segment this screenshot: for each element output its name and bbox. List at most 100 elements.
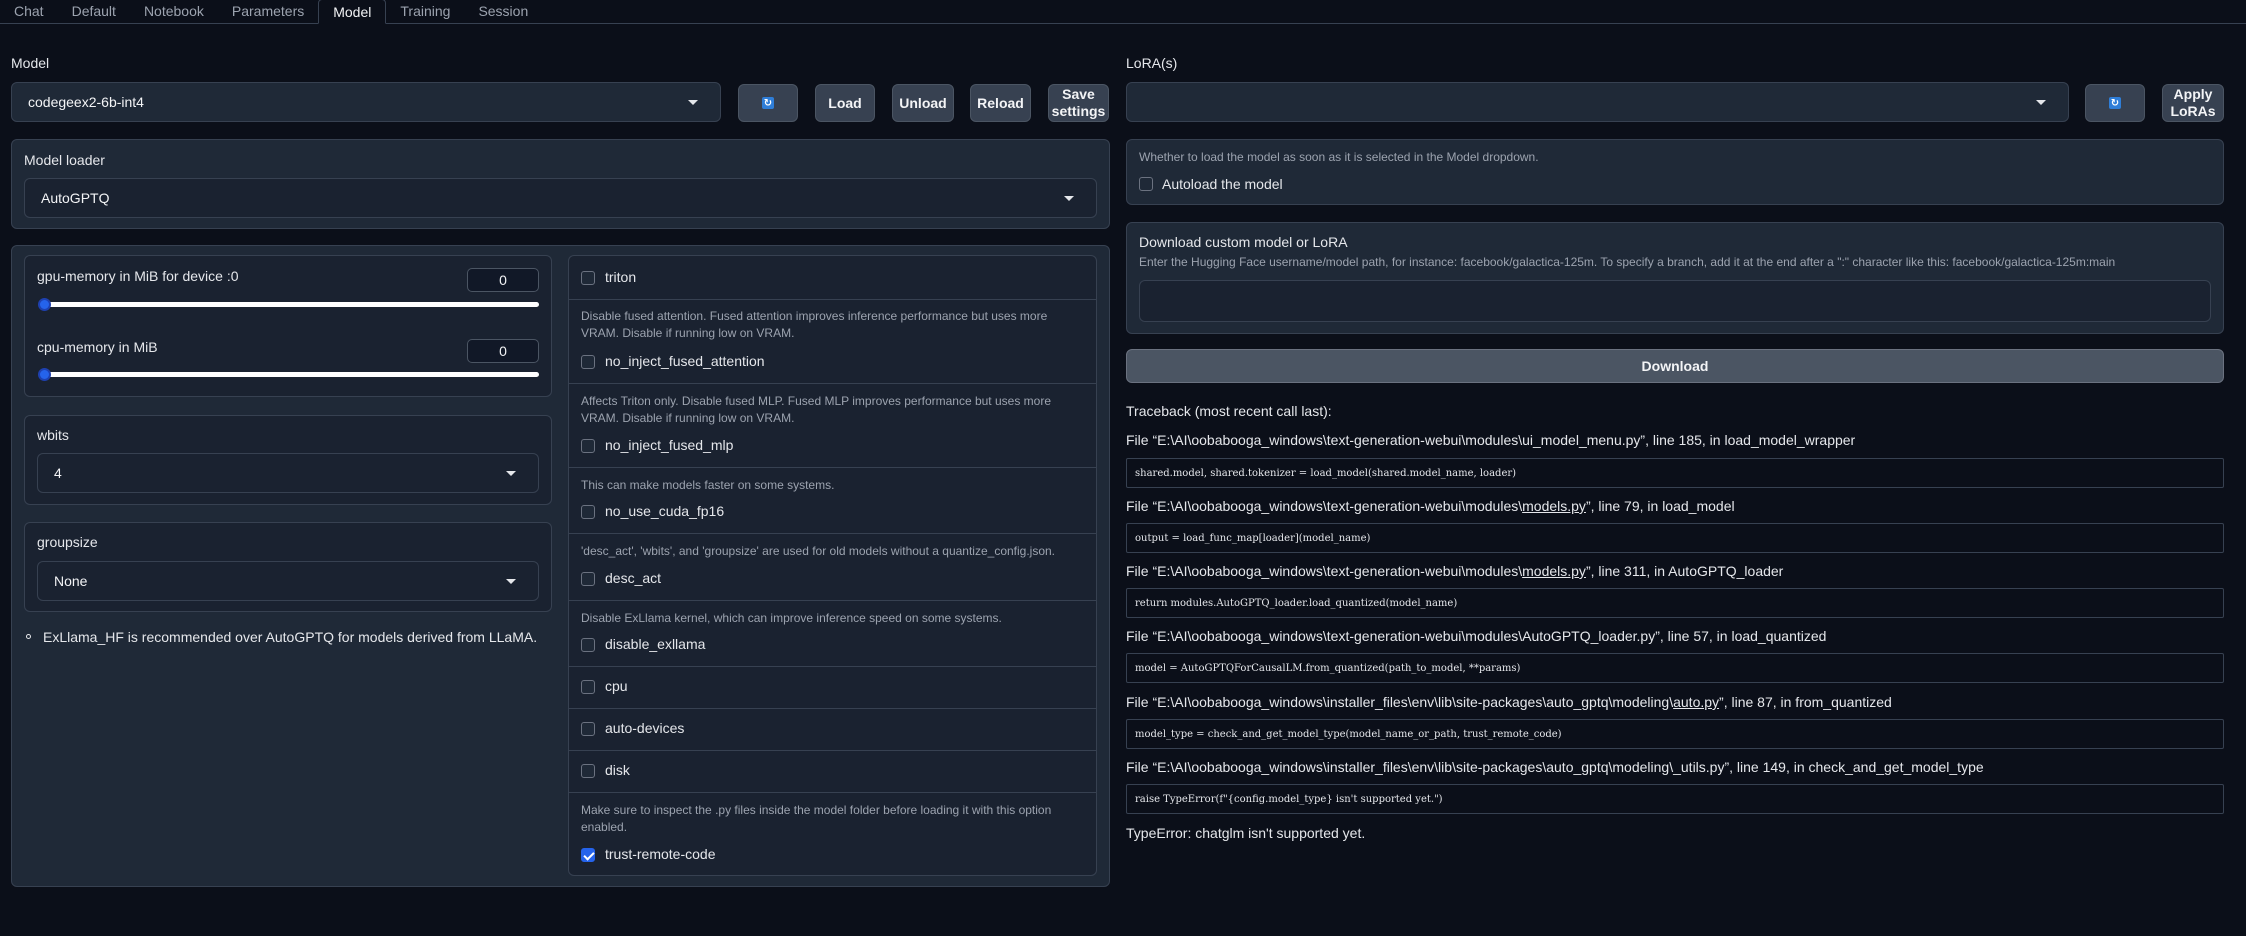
auto-devices-checkbox[interactable] — [581, 722, 595, 736]
frame-path: File “E:\AI\oobabooga_windows\text-gener… — [1126, 628, 1523, 644]
frame-path: File “E:\AI\oobabooga_windows\installer_… — [1126, 694, 1674, 710]
wbits-label: wbits — [37, 427, 69, 443]
frame-location: ui_model_menu.py”, line 185, in load_mod… — [1522, 432, 1856, 448]
tab-notebook[interactable]: Notebook — [130, 0, 218, 23]
traceback-code: output = load_func_map[loader](model_nam… — [1126, 523, 2224, 553]
cpu-memory-label: cpu-memory in MiB — [37, 339, 158, 355]
divider — [569, 299, 1096, 300]
trust-remote-code-label: trust-remote-code — [605, 846, 716, 862]
traceback-header: Traceback (most recent call last): — [1126, 403, 1332, 419]
no-inject-fused-mlp-label: no_inject_fused_mlp — [605, 437, 734, 453]
divider — [569, 666, 1096, 667]
frame-link[interactable]: models.py — [1522, 563, 1586, 579]
lora-refresh-button[interactable]: ↻ — [2085, 84, 2145, 122]
no-use-cuda-fp16-checkbox[interactable] — [581, 505, 595, 519]
desc-act-label: desc_act — [605, 570, 662, 586]
loader-note: ExLlama_HF is recommended over AutoGPTQ … — [43, 629, 538, 645]
chevron-down-icon — [688, 100, 698, 105]
cpu-memory-input[interactable]: 0 — [467, 339, 539, 363]
traceback-frame: File “E:\AI\oobabooga_windows\text-gener… — [1126, 628, 1826, 644]
no-inject-fused-attention-label: no_inject_fused_attention — [605, 353, 765, 369]
autoload-checkbox[interactable] — [1139, 177, 1153, 191]
triton-checkbox[interactable] — [581, 271, 595, 285]
no-inject-fused-attention-checkbox[interactable] — [581, 355, 595, 369]
traceback-frame: File “E:\AI\oobabooga_windows\installer_… — [1126, 694, 1892, 710]
groupsize-value: None — [54, 573, 88, 589]
trust-remote-code-checkbox[interactable] — [581, 848, 595, 862]
divider — [569, 600, 1096, 601]
frame-location: ”, line 87, in from_quantized — [1719, 694, 1892, 710]
model-loader-value: AutoGPTQ — [41, 190, 110, 206]
unload-button[interactable]: Unload — [892, 84, 954, 122]
auto-devices-label: auto-devices — [605, 720, 685, 736]
disk-checkbox[interactable] — [581, 764, 595, 778]
traceback-error: TypeError: chatglm isn't supported yet. — [1126, 825, 1366, 841]
lora-label: LoRA(s) — [1126, 55, 1178, 71]
cpu-memory-slider[interactable] — [41, 372, 539, 377]
cpu-memory-slider-thumb[interactable] — [38, 368, 51, 381]
no-use-cuda-fp16-label: no_use_cuda_fp16 — [605, 503, 725, 519]
traceback-code: shared.model, shared.tokenizer = load_mo… — [1126, 458, 2224, 488]
gpu-memory-slider-thumb[interactable] — [38, 298, 51, 311]
desc-act-info: 'desc_act', 'wbits', and 'groupsize' are… — [581, 544, 1056, 558]
bullet-icon — [26, 634, 31, 639]
traceback-frame: File “E:\AI\oobabooga_windows\text-gener… — [1126, 498, 1735, 514]
traceback-frame: File “E:\AI\oobabooga_windows\text-gener… — [1126, 432, 1855, 448]
model-label: Model — [11, 55, 50, 71]
download-info: Enter the Hugging Face username/model pa… — [1139, 255, 2116, 269]
frame-link[interactable]: auto.py — [1673, 694, 1719, 710]
groupsize-label: groupsize — [37, 534, 98, 550]
tab-chat[interactable]: Chat — [0, 0, 58, 23]
disable-exllama-label: disable_exllama — [605, 636, 706, 652]
download-button[interactable]: Download — [1126, 349, 2224, 383]
divider — [569, 383, 1096, 384]
wbits-dropdown[interactable]: 4 — [37, 453, 539, 493]
chevron-down-icon — [506, 471, 516, 476]
gpu-memory-slider[interactable] — [41, 302, 539, 307]
cpu-checkbox[interactable] — [581, 680, 595, 694]
traceback-frame: File “E:\AI\oobabooga_windows\installer_… — [1126, 759, 1984, 775]
chevron-down-icon — [506, 579, 516, 584]
no-inject-fused-mlp-checkbox[interactable] — [581, 439, 595, 453]
frame-location: _utils.py”, line 149, in check_and_get_m… — [1673, 759, 1984, 775]
model-dropdown[interactable]: codegeex2-6b-int4 — [11, 82, 721, 122]
desc-act-checkbox[interactable] — [581, 572, 595, 586]
download-input[interactable] — [1139, 280, 2211, 322]
tab-session[interactable]: Session — [464, 0, 542, 23]
tab-training[interactable]: Training — [386, 0, 464, 23]
tab-default[interactable]: Default — [58, 0, 130, 23]
autoload-label: Autoload the model — [1162, 176, 1283, 192]
download-title: Download custom model or LoRA — [1139, 234, 1348, 250]
frame-location: ”, line 311, in AutoGPTQ_loader — [1585, 563, 1784, 579]
traceback-frame: File “E:\AI\oobabooga_windows\text-gener… — [1126, 563, 1783, 579]
no-inject-fused-attention-info: Disable fused attention. Fused attention… — [581, 309, 1048, 340]
chevron-down-icon — [2036, 100, 2046, 105]
chevron-down-icon — [1064, 196, 1074, 201]
load-button[interactable]: Load — [815, 84, 875, 122]
disable-exllama-checkbox[interactable] — [581, 638, 595, 652]
frame-path: File “E:\AI\oobabooga_windows\text-gener… — [1126, 498, 1523, 514]
model-refresh-button[interactable]: ↻ — [738, 84, 798, 122]
reload-button[interactable]: Reload — [970, 84, 1031, 122]
tab-parameters[interactable]: Parameters — [218, 0, 318, 23]
gpu-memory-label: gpu-memory in MiB for device :0 — [37, 268, 239, 284]
refresh-icon: ↻ — [762, 97, 774, 109]
save-settings-button[interactable]: Save settings — [1048, 84, 1109, 122]
no-use-cuda-fp16-info: This can make models faster on some syst… — [581, 478, 835, 492]
divider — [569, 792, 1096, 793]
groupsize-dropdown[interactable]: None — [37, 561, 539, 601]
trust-remote-code-info: Make sure to inspect the .py files insid… — [581, 803, 1052, 834]
apply-loras-button[interactable]: Apply LoRAs — [2162, 84, 2224, 122]
divider — [569, 533, 1096, 534]
lora-dropdown[interactable] — [1126, 82, 2069, 122]
frame-link[interactable]: models.py — [1522, 498, 1586, 514]
tab-bar: Chat Default Notebook Parameters Model T… — [0, 0, 2246, 24]
divider — [569, 708, 1096, 709]
model-loader-dropdown[interactable]: AutoGPTQ — [24, 178, 1097, 218]
disk-label: disk — [605, 762, 630, 778]
tab-model[interactable]: Model — [318, 0, 387, 24]
frame-location: ”, line 79, in load_model — [1585, 498, 1735, 514]
traceback-code: model_type = check_and_get_model_type(mo… — [1126, 719, 2224, 749]
cpu-label: cpu — [605, 678, 628, 694]
gpu-memory-input[interactable]: 0 — [467, 268, 539, 292]
